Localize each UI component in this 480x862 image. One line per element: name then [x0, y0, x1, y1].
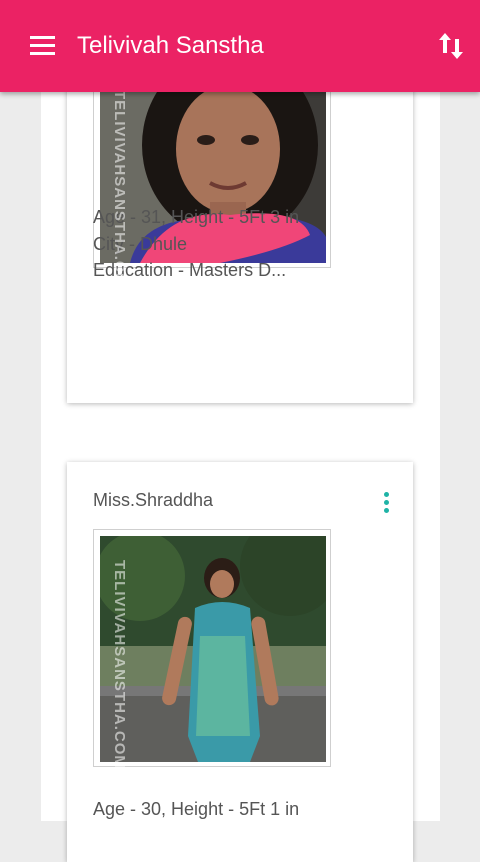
- sort-arrows-icon[interactable]: [438, 31, 464, 61]
- watermark-text: TELIVIVAHSANSTHA.COM: [111, 560, 128, 769]
- age-height-text: Age - 30, Height - 5Ft 1 in: [93, 799, 300, 819]
- profile-details: Age - 30, Height - 5Ft 1 in: [93, 796, 299, 823]
- profile-photo: [100, 536, 326, 762]
- more-vertical-icon[interactable]: [380, 492, 392, 514]
- hamburger-menu-icon[interactable]: [30, 36, 55, 56]
- app-bar: Telivivah Sanstha: [0, 0, 480, 92]
- profile-name[interactable]: Miss.Shraddha: [93, 490, 213, 511]
- app-title: Telivivah Sanstha: [77, 32, 264, 59]
- profile-photo-frame[interactable]: [93, 529, 331, 767]
- watermark-text: TELIVIVAHSANSTHA.COM: [111, 90, 128, 299]
